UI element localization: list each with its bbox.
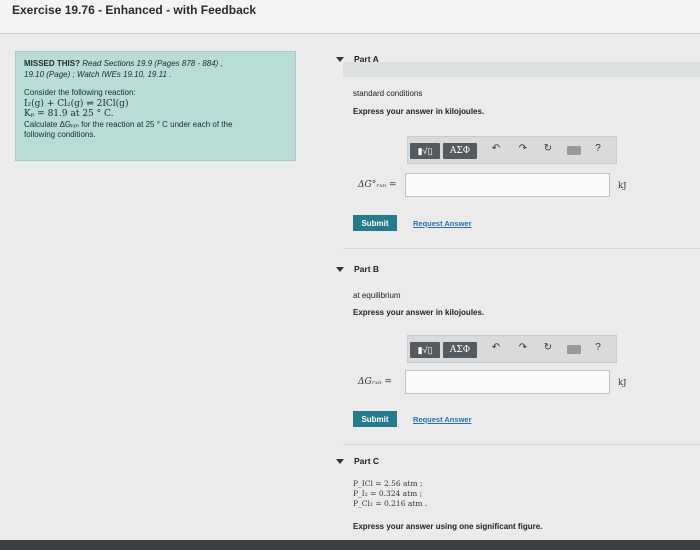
part-a-instruction: Express your answer in kilojoules. [353,107,485,116]
right-column: Part A standard conditions Express your … [318,34,700,544]
separator [343,444,700,445]
help-icon[interactable]: ? [591,342,605,353]
title-bar: Exercise 19.76 - Enhanced - with Feedbac… [0,0,700,34]
read-sections-link[interactable]: Read Sections 19.9 (Pages 878 - 884) , [82,59,223,68]
part-a-unit: kJ [618,181,627,191]
part-a-answer-label: ΔG°ᵣₓₙ = [358,180,397,190]
templates-button[interactable]: ▮√▯ [410,143,440,159]
part-a-submit-button[interactable]: Submit [353,215,397,231]
p-cl2-value: P_Cl₂ = 0.216 atm . [353,499,428,508]
part-c-header[interactable]: Part C [318,452,700,470]
part-b-answer-label: ΔGᵣₓₙ = [358,377,393,387]
part-a-condition: standard conditions [353,89,423,98]
reaction-intro: Consider the following reaction: [24,88,136,97]
part-a-toolbar: ▮√▯ ΑΣΦ ↶ ↷ ↻ ? [407,136,617,164]
part-a-request-answer-link[interactable]: Request Answer [413,219,472,228]
hint-box: MISSED THIS? Read Sections 19.9 (Pages 8… [15,51,296,161]
help-icon[interactable]: ? [591,143,605,154]
greek-symbols-button[interactable]: ΑΣΦ [443,342,477,358]
undo-icon[interactable]: ↶ [489,143,503,154]
reset-icon[interactable]: ↻ [541,143,555,154]
part-a-answer-row: ΔG°ᵣₓₙ = kJ [353,173,683,199]
part-b-answer-row: ΔGᵣₓₙ = kJ [353,370,683,396]
keyboard-icon[interactable] [567,345,581,354]
bottom-bar [0,540,700,550]
part-b-answer-input[interactable] [405,370,610,394]
collapse-triangle-icon[interactable] [336,266,344,272]
part-b-label: Part B [354,264,380,274]
keyboard-icon[interactable] [567,146,581,155]
part-b-unit: kJ [618,378,627,388]
part-a-header[interactable]: Part A [318,50,700,68]
redo-icon[interactable]: ↷ [516,342,530,353]
part-a-answer-input[interactable] [405,173,610,197]
question-line-1: Calculate ΔGᵣₓₙ for the reaction at 25 °… [24,119,233,129]
p-i2-value: P_I₂ = 0.324 atm ; [353,489,423,498]
page-title: Exercise 19.76 - Enhanced - with Feedbac… [12,3,257,17]
kp-value: Kₚ = 81.9 at 25 ° C. [24,109,114,119]
part-c-label: Part C [354,456,380,466]
separator [343,248,700,249]
part-b-condition: at equilibrium [353,291,401,300]
part-b-request-answer-link[interactable]: Request Answer [413,415,472,424]
redo-icon[interactable]: ↷ [516,143,530,154]
watch-iwes-link[interactable]: 19.10 (Page) ; Watch IWEs 19.10, 19.11 . [24,70,287,81]
part-b-instruction: Express your answer in kilojoules. [353,308,485,317]
reset-icon[interactable]: ↻ [541,342,555,353]
greek-symbols-button[interactable]: ΑΣΦ [443,143,477,159]
templates-button[interactable]: ▮√▯ [410,342,440,358]
question-line-2: following conditions. [24,130,96,139]
part-a-label: Part A [354,54,379,64]
part-b-submit-button[interactable]: Submit [353,411,397,427]
collapse-triangle-icon[interactable] [336,56,344,62]
left-column: MISSED THIS? Read Sections 19.9 (Pages 8… [0,34,318,544]
part-b-header[interactable]: Part B [318,260,700,278]
reaction-equation: I₂(g) + Cl₂(g) ⇌ 2ICl(g) [24,98,129,109]
part-b-toolbar: ▮√▯ ΑΣΦ ↶ ↷ ↻ ? [407,335,617,363]
part-c-conditions: P_ICl = 2.56 atm ; P_I₂ = 0.324 atm ; P_… [353,479,427,509]
p-icl-value: P_ICl = 2.56 atm ; [353,479,423,488]
part-c-instruction: Express your answer using one significan… [353,522,543,531]
collapse-triangle-icon[interactable] [336,458,344,464]
missed-this-label: MISSED THIS? [24,59,81,68]
undo-icon[interactable]: ↶ [489,342,503,353]
